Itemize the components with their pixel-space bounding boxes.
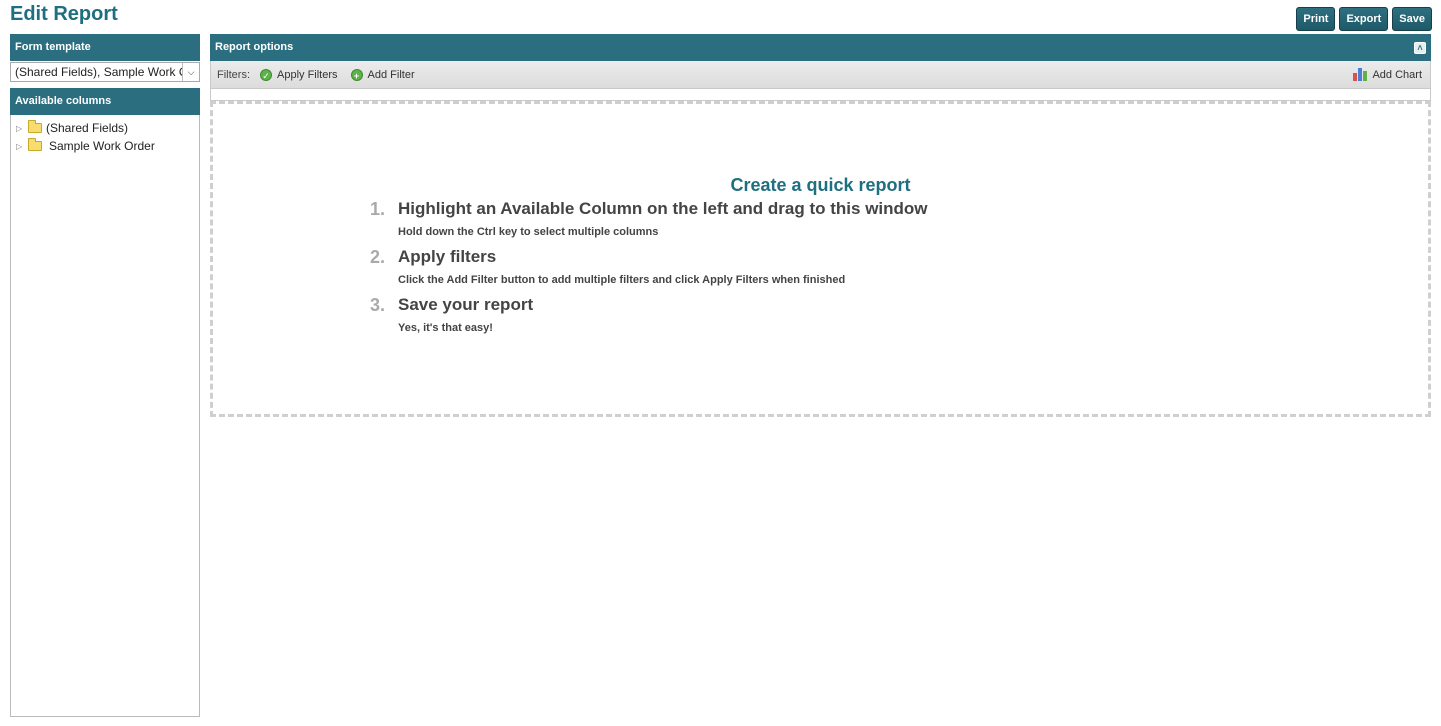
apply-filters-label: Apply Filters — [277, 68, 338, 81]
left-sidebar: Form template (Shared Fields), Sample Wo… — [10, 34, 200, 717]
report-options-header: Report options ˄ — [210, 34, 1431, 61]
filters-label: Filters: — [217, 68, 250, 81]
step-title: Highlight an Available Column on the lef… — [398, 199, 928, 218]
top-toolbar: Print Export Save — [1296, 7, 1432, 31]
expand-arrow-icon[interactable]: ▷ — [16, 124, 26, 133]
step-description: Hold down the Ctrl key to select multipl… — [398, 226, 659, 238]
available-columns-header: Available columns — [10, 88, 200, 115]
tree-item-label: (Shared Fields) — [46, 121, 129, 135]
add-filter-button[interactable]: + Add Filter — [350, 68, 415, 81]
export-button[interactable]: Export — [1339, 7, 1389, 31]
step-item: 1. Highlight an Available Column on the … — [370, 199, 928, 238]
step-number: 2. — [370, 247, 386, 267]
available-columns-tree: ▷ (Shared Fields) ▷ Sample Work Order — [10, 115, 200, 717]
column-header-row — [210, 89, 1431, 101]
filter-bar: Filters: ✓ Apply Filters + Add Filter Ad… — [210, 61, 1431, 89]
expand-arrow-icon[interactable]: ▷ — [16, 142, 26, 151]
collapse-icon[interactable]: ˄ — [1414, 41, 1426, 54]
report-options-title: Report options — [215, 41, 294, 53]
tree-item-shared-fields[interactable]: ▷ (Shared Fields) — [11, 119, 199, 137]
add-chart-label: Add Chart — [1372, 68, 1422, 81]
print-button[interactable]: Print — [1296, 7, 1336, 31]
step-number: 1. — [370, 199, 386, 219]
form-template-select[interactable]: (Shared Fields), Sample Work Order ⌵ — [10, 62, 200, 82]
chevron-down-icon[interactable]: ⌵ — [182, 63, 199, 81]
step-title: Apply filters — [398, 247, 497, 266]
form-template-header: Form template — [10, 34, 200, 61]
report-drop-zone[interactable]: Create a quick report 1. Highlight an Av… — [210, 101, 1431, 417]
plus-icon: + — [350, 68, 363, 81]
report-area: Report options ˄ Filters: ✓ Apply Filter… — [210, 34, 1431, 417]
check-icon: ✓ — [260, 68, 272, 81]
step-description: Yes, it's that easy! — [398, 322, 493, 334]
step-item: 3. Save your report Yes, it's that easy! — [370, 295, 533, 334]
page-title: Edit Report — [10, 3, 118, 25]
bar-chart-icon — [1353, 68, 1368, 81]
folder-icon — [28, 120, 42, 133]
save-button[interactable]: Save — [1392, 7, 1432, 31]
add-chart-button[interactable]: Add Chart — [1353, 68, 1422, 81]
tree-item-sample-work-order[interactable]: ▷ Sample Work Order — [11, 137, 199, 155]
step-number: 3. — [370, 295, 386, 315]
quick-report-title: Create a quick report — [730, 175, 911, 195]
step-title: Save your report — [398, 295, 534, 314]
step-item: 2. Apply filters Click the Add Filter bu… — [370, 247, 845, 286]
apply-filters-button[interactable]: ✓ Apply Filters — [260, 68, 338, 81]
add-filter-label: Add Filter — [367, 68, 415, 81]
form-template-value: (Shared Fields), Sample Work Order — [15, 65, 182, 79]
step-description: Click the Add Filter button to add multi… — [398, 274, 846, 286]
folder-icon — [28, 138, 42, 151]
tree-item-label: Sample Work Order — [49, 139, 155, 153]
